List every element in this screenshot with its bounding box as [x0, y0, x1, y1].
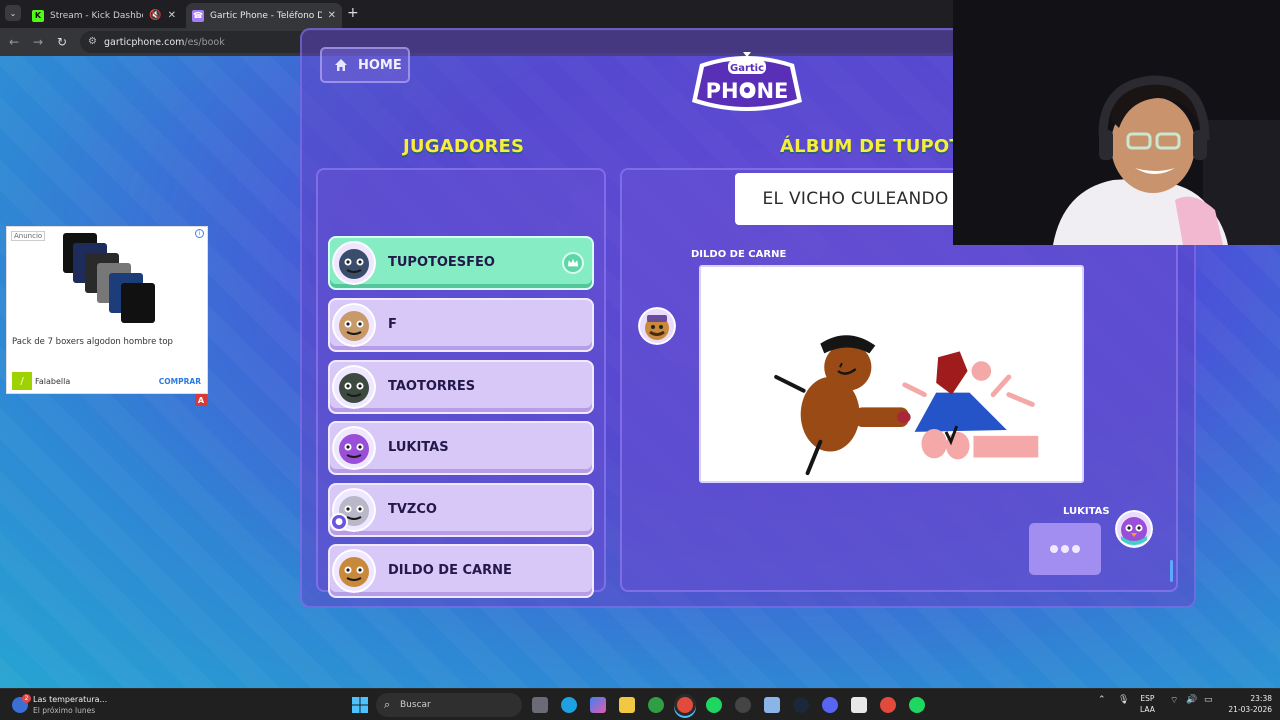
clock-time: 23:38 — [1250, 694, 1272, 703]
falabella-logo-icon: / — [12, 372, 32, 390]
reload-icon[interactable]: ↻ — [57, 34, 67, 50]
ghost-avatar — [332, 241, 376, 285]
close-tab-icon[interactable]: ✕ — [328, 10, 336, 21]
player-name: LUKITAS — [388, 440, 449, 455]
site-settings-icon[interactable]: ⚙ — [88, 36, 97, 47]
url-host: garticphone.com — [104, 36, 185, 48]
gartic-phone-logo: Gartic PHONE — [692, 52, 802, 111]
typing-author-name: LUKITAS — [1063, 506, 1110, 517]
player-name: F — [388, 317, 397, 332]
kick-icon: K — [32, 9, 44, 22]
tab-title: Stream - Kick Dashboard — [50, 10, 143, 21]
ad-banner[interactable]: Anuncio i Pack de 7 boxers algodon hombr… — [6, 226, 208, 394]
tab-gartic-phone[interactable]: ☎ Gartic Phone - Teléfono Descon ✕ — [186, 3, 342, 28]
drawing-author-name: DILDO DE CARNE — [691, 249, 787, 260]
new-tab-button[interactable]: + — [347, 5, 359, 21]
ad-info-icon[interactable]: i — [195, 229, 204, 238]
discord-icon[interactable] — [822, 697, 838, 713]
player-drawing — [699, 265, 1084, 483]
typing-dot — [1050, 545, 1058, 553]
typing-dot — [1061, 545, 1069, 553]
gartic-favicon-icon: ☎ — [192, 9, 204, 22]
player-name: TAOTORRES — [388, 379, 476, 394]
tab-search-button[interactable]: ⌄ — [5, 5, 21, 21]
mute-icon[interactable]: 🔇 — [149, 10, 161, 21]
home-label: HOME — [358, 57, 402, 73]
cat-avatar — [332, 303, 376, 347]
players-heading: JUGADORES — [403, 136, 525, 157]
xbox-icon[interactable] — [648, 697, 664, 713]
close-tab-icon[interactable]: ✕ — [168, 10, 176, 21]
webcam-overlay — [953, 0, 1280, 245]
player-name: TUPOTOESFEO — [388, 255, 495, 270]
weather-title: Las temperatura... — [33, 695, 108, 704]
ad-label: Anuncio — [11, 231, 46, 241]
player-row[interactable]: F — [328, 298, 594, 352]
weather-widget[interactable]: 2 Las temperatura... El próximo lunes — [12, 694, 132, 716]
user-badge-icon: ● — [330, 513, 348, 531]
windows-start-icon[interactable] — [352, 697, 368, 713]
spotify-icon[interactable] — [909, 697, 925, 713]
tray-chevron-icon[interactable]: ⌃ — [1098, 695, 1106, 705]
player-row[interactable]: TUPOTOESFEO — [328, 236, 594, 290]
ad-brand: Falabella — [35, 377, 71, 386]
player-name: TVZCO — [388, 502, 437, 517]
bomb-avatar — [332, 365, 376, 409]
home-button[interactable]: HOME — [320, 47, 410, 83]
task-view-icon[interactable] — [532, 697, 548, 713]
search-icon: ⌕ — [384, 698, 391, 711]
windows-taskbar: 2 Las temperatura... El próximo lunes ⌕ … — [0, 688, 1280, 720]
volume-icon[interactable]: 🔊 — [1186, 695, 1197, 705]
input-language[interactable]: ESP LAA — [1140, 693, 1155, 715]
bird-avatar — [332, 426, 376, 470]
chrome-icon[interactable] — [880, 697, 896, 713]
wifi-icon[interactable]: ⌔ — [1170, 695, 1178, 706]
clock-date: 21-03-2026 — [1228, 705, 1272, 714]
url-path: /es/book — [184, 36, 225, 48]
spotify-icon[interactable] — [706, 697, 722, 713]
album-heading: ÁLBUM DE TUPOTO — [780, 136, 978, 157]
album-scrollbar[interactable] — [1170, 560, 1173, 582]
microphone-icon[interactable]: 🎙 — [1118, 695, 1129, 705]
forward-icon[interactable]: → — [33, 34, 43, 50]
battery-icon[interactable]: ▭ — [1204, 695, 1213, 705]
player-row[interactable]: DILDO DE CARNE — [328, 544, 594, 598]
drawing-author-avatar — [638, 307, 676, 345]
keyboard-layout: LAA — [1140, 705, 1155, 714]
back-icon[interactable]: ← — [9, 34, 19, 50]
player-row[interactable]: TAOTORRES — [328, 360, 594, 414]
edge-icon[interactable] — [561, 697, 577, 713]
obs-icon[interactable] — [735, 697, 751, 713]
mustache-avatar — [332, 549, 376, 593]
weather-notification-badge: 2 — [22, 694, 31, 703]
copilot-icon[interactable] — [590, 697, 606, 713]
app-icon[interactable] — [764, 697, 780, 713]
player-name: DILDO DE CARNE — [388, 563, 512, 578]
search-placeholder: Buscar — [400, 700, 431, 710]
weather-subtitle: El próximo lunes — [33, 706, 96, 715]
taskbar-search[interactable]: ⌕ Buscar — [376, 693, 522, 717]
notepad-icon[interactable] — [851, 697, 867, 713]
boxers-product-image — [63, 233, 155, 323]
ad-product-text: Pack de 7 boxers algodon hombre top — [12, 337, 173, 347]
chrome-icon[interactable] — [677, 697, 693, 713]
home-icon — [335, 59, 347, 71]
tab-kick-dashboard[interactable]: K Stream - Kick Dashboard 🔇 ✕ — [26, 3, 182, 28]
ad-cta-button[interactable]: COMPRAR — [159, 377, 201, 386]
crown-icon — [562, 252, 584, 274]
tab-title: Gartic Phone - Teléfono Descon — [210, 10, 322, 21]
system-clock[interactable]: 23:38 21-03-2026 — [1228, 693, 1272, 715]
file-explorer-icon[interactable] — [619, 697, 635, 713]
svg-text:Gartic: Gartic — [730, 63, 764, 74]
ad-choices-icon[interactable]: A — [195, 394, 207, 406]
typing-author-avatar — [1115, 510, 1153, 548]
typing-dot — [1072, 545, 1080, 553]
typing-indicator — [1029, 523, 1101, 575]
steam-icon[interactable] — [793, 697, 809, 713]
language-code: ESP — [1140, 694, 1155, 703]
player-row[interactable]: TVZCO ● — [328, 483, 594, 537]
player-row[interactable]: LUKITAS — [328, 421, 594, 475]
